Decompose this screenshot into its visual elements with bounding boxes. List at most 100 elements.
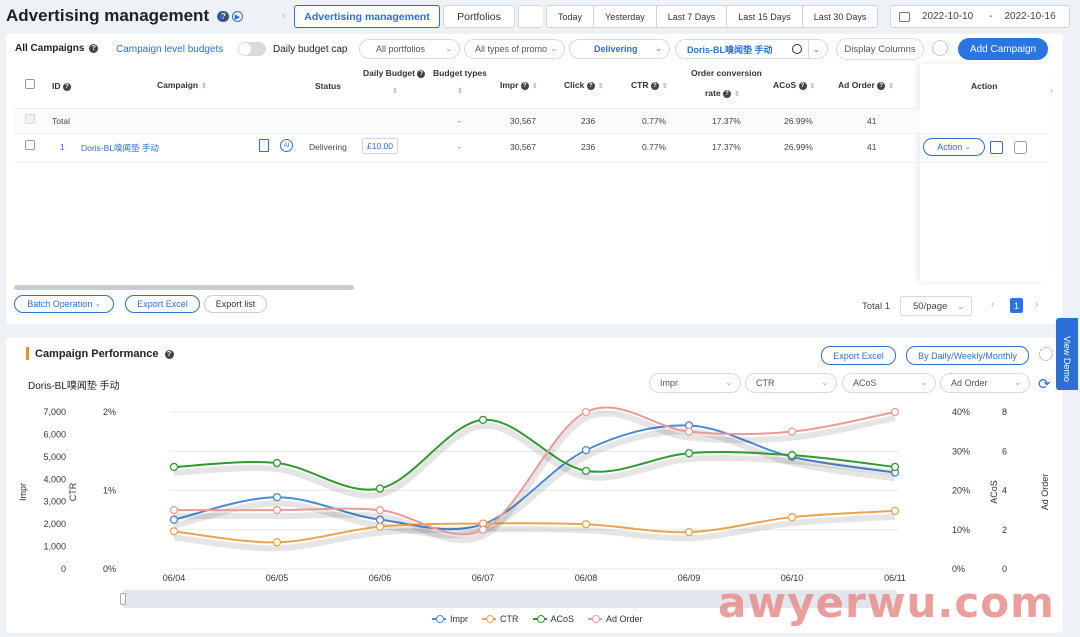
search-icon[interactable] <box>792 44 802 54</box>
metric-select-4[interactable]: Ad Order ⌄ <box>940 373 1030 393</box>
col-ad-order[interactable]: Ad Order ? ⇕ <box>838 80 894 90</box>
tab-more[interactable] <box>518 5 542 28</box>
ai-icon[interactable]: AI <box>280 139 293 152</box>
point-acos <box>684 449 694 458</box>
row-campaign-link[interactable]: Doris-BL嗅闻垫 手动 <box>81 142 159 154</box>
batch-operation-button[interactable]: Batch Operation ⌄ <box>14 295 114 313</box>
col-click[interactable]: Click ? ⇕ <box>564 80 604 90</box>
prev-page-icon[interactable]: ‹ <box>991 299 994 310</box>
col-budget-types: Budget types <box>433 68 487 78</box>
y-tick-acos: 20% <box>952 486 970 496</box>
date-preset-last-7[interactable]: Last 7 Days <box>657 6 728 27</box>
sort-icon[interactable]: ⇕ <box>392 87 398 95</box>
col-action: Action <box>971 81 998 91</box>
metric-select-1[interactable]: Impr ⌄ <box>649 373 741 393</box>
date-preset-last-15[interactable]: Last 15 Days <box>727 6 803 27</box>
y-tick-impr: 6,000 <box>43 429 66 439</box>
date-range-picker[interactable]: 2022-10-10 - 2022-10-16 <box>890 5 1070 28</box>
col-acos[interactable]: ACoS ? ⇕ <box>773 80 815 90</box>
chart-icon[interactable] <box>990 141 1003 154</box>
chart-legend: Impr CTR ACoS Ad Order <box>432 614 643 624</box>
settings-icon[interactable] <box>1039 347 1053 361</box>
date-preset-last-30[interactable]: Last 30 Days <box>803 6 878 27</box>
series-shadow-ctr <box>173 513 896 552</box>
row-action-dropdown[interactable]: Action ⌄ <box>923 138 985 156</box>
date-end: 2022-10-16 <box>1004 11 1056 22</box>
perf-export-excel-button[interactable]: Export Excel <box>821 346 896 365</box>
point-ctr <box>787 513 797 522</box>
period-button[interactable]: By Daily/Weekly/Monthly <box>906 346 1029 365</box>
metric-select-3[interactable]: ACoS ⌄ <box>842 373 936 393</box>
help-icon: ? <box>722 89 731 98</box>
tab-advertising-management[interactable]: Advertising management <box>294 5 440 28</box>
zoom-handle-left[interactable] <box>120 593 126 605</box>
y-tick-ctr: 0% <box>103 564 116 574</box>
row-checkbox[interactable] <box>25 140 35 150</box>
select-all-checkbox[interactable] <box>25 79 35 89</box>
col-daily-budget[interactable]: Daily Budget ? <box>363 68 426 78</box>
col-ctr[interactable]: CTR ? ⇕ <box>631 80 668 90</box>
action-column <box>920 64 1048 282</box>
settings-icon[interactable] <box>1014 141 1027 154</box>
tab-portfolios[interactable]: Portfolios <box>443 5 515 28</box>
scroll-right-icon[interactable]: › <box>1050 85 1053 95</box>
help-icon[interactable]: ? <box>164 349 174 359</box>
point-ad-order <box>169 505 179 515</box>
legend-impr[interactable]: Impr <box>432 614 468 624</box>
col-impr[interactable]: Impr ? ⇕ <box>500 80 538 90</box>
promo-type-select[interactable]: All types of promo ⌄ <box>464 39 565 59</box>
document-icon[interactable] <box>259 139 269 152</box>
campaign-level-budgets-link[interactable]: Campaign level budgets <box>116 44 223 55</box>
export-list-button[interactable]: Export list <box>204 295 267 313</box>
help-icon: ? <box>798 81 807 90</box>
campaigns-panel <box>6 34 1063 324</box>
sort-icon[interactable]: ⇕ <box>457 87 463 95</box>
col-ocr-rate[interactable]: rate ? ⇕ <box>705 88 740 98</box>
daily-budget-toggle[interactable] <box>238 42 266 56</box>
col-id[interactable]: ID ? <box>52 81 71 91</box>
per-page-select[interactable]: 50/page ⌄ <box>900 296 972 316</box>
point-ad-order <box>272 505 282 515</box>
row-ad-order: 41 <box>867 142 877 152</box>
legend-ad-order[interactable]: Ad Order <box>588 614 643 624</box>
chevron-down-icon: ⌄ <box>550 44 557 53</box>
page-1-button[interactable]: 1 <box>1010 298 1023 313</box>
horizontal-scrollbar[interactable] <box>14 285 354 290</box>
refresh-icon[interactable]: ⟳ <box>1038 375 1051 393</box>
section-marker <box>26 347 29 360</box>
chevron-down-icon[interactable]: ⌄ <box>808 40 820 58</box>
legend-ctr[interactable]: CTR <box>482 614 519 624</box>
y-tick-ad-order: 6 <box>1002 446 1007 456</box>
total-checkbox <box>25 114 35 124</box>
x-tick-label: 06/08 <box>575 573 598 583</box>
help-icon: ? <box>417 69 426 78</box>
metric-select-2[interactable]: CTR ⌄ <box>745 373 837 393</box>
status-select[interactable]: Delivering ⌄ <box>569 39 670 59</box>
export-excel-button[interactable]: Export Excel <box>125 295 200 313</box>
video-icon[interactable]: ▶ <box>217 11 228 22</box>
display-columns-button[interactable]: Display Columns <box>836 38 924 60</box>
legend-acos[interactable]: ACoS <box>532 614 574 624</box>
campaign-search-input[interactable]: Doris-BL嗅闻垫 手动 ⌄ <box>675 39 828 59</box>
point-ad-order <box>478 525 488 534</box>
point-ctr <box>169 527 179 536</box>
col-campaign[interactable]: Campaign ⇕ <box>157 80 207 90</box>
help-icon: ? <box>877 81 886 90</box>
settings-icon[interactable] <box>932 40 948 56</box>
y-tick-impr: 4,000 <box>43 474 66 484</box>
play-icon[interactable]: ▶ <box>232 11 243 22</box>
tabs-prev-icon[interactable]: ‹ <box>282 10 285 21</box>
next-page-icon[interactable]: › <box>1035 299 1038 310</box>
total-click: 236 <box>581 116 596 126</box>
row-daily-budget[interactable]: £10.00 <box>362 138 398 154</box>
row-click: 236 <box>581 142 596 152</box>
sort-icon: ⇕ <box>201 83 207 90</box>
portfolio-select[interactable]: All portfolios ⌄ <box>359 39 460 59</box>
help-icon[interactable]: ? <box>89 43 99 53</box>
date-preset-yesterday[interactable]: Yesterday <box>594 6 657 27</box>
y-tick-ctr: 1% <box>103 486 116 496</box>
date-preset-today[interactable]: Today <box>547 6 595 27</box>
add-campaign-button[interactable]: Add Campaign <box>958 38 1048 60</box>
view-demo-tab[interactable]: View Demo <box>1056 318 1078 390</box>
y-tick-ad-order: 2 <box>1002 525 1007 535</box>
